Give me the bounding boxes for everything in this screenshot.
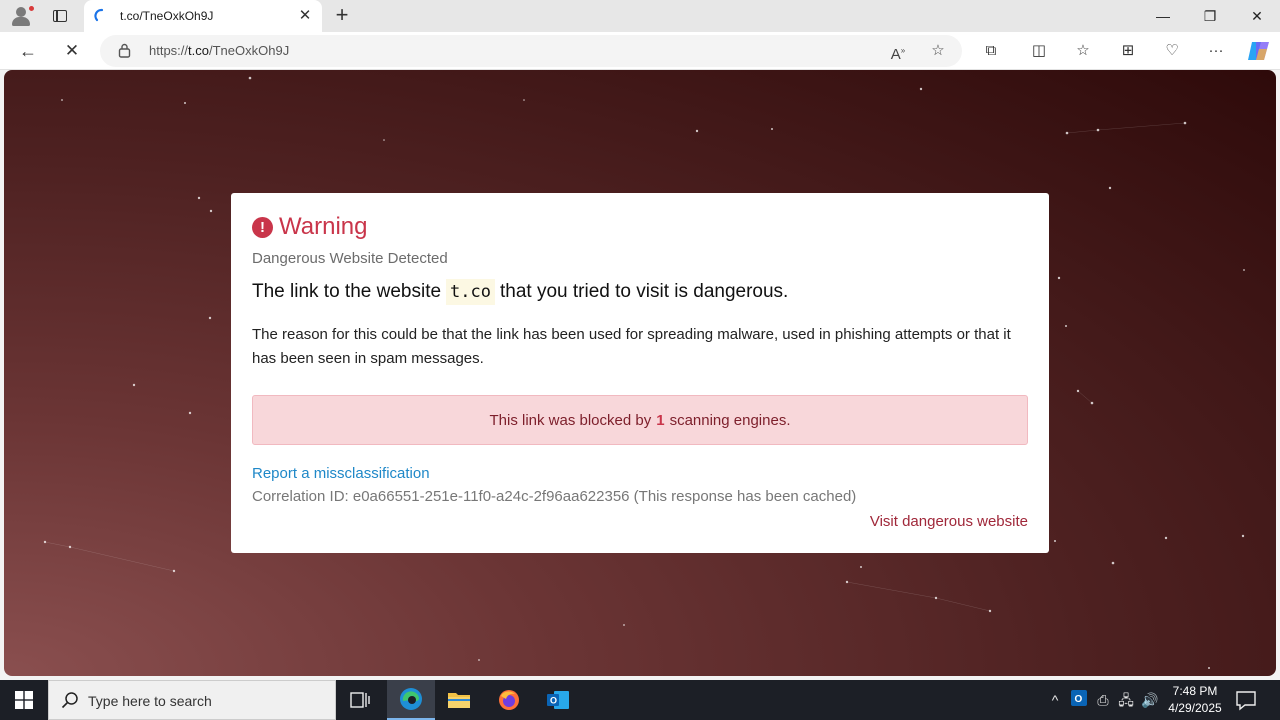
clock-time: 7:48 PM — [1172, 684, 1218, 698]
profile-avatar-icon[interactable] — [8, 4, 35, 28]
alert-prefix: This link was blocked by — [489, 411, 652, 429]
warning-header: ! Warning — [252, 213, 1028, 241]
restore-button[interactable]: ❐ — [1187, 0, 1233, 32]
address-bar[interactable]: https://t.co/TneOxkOh9J A» ☆ — [100, 35, 962, 67]
exclamation-circle-icon: ! — [252, 216, 273, 238]
clock-date: 4/29/2025 — [1168, 701, 1222, 715]
blocked-domain: t.co — [446, 279, 495, 305]
close-window-button[interactable]: ✕ — [1234, 0, 1280, 32]
volume-icon[interactable]: 🔊 — [1140, 690, 1160, 710]
favorites-icon[interactable]: ☆ — [1070, 39, 1096, 63]
tab-close-icon[interactable]: ✕ — [296, 7, 314, 25]
outlook-tray-icon[interactable]: O — [1069, 690, 1089, 710]
warning-title: Warning — [279, 213, 368, 240]
more-menu-icon[interactable]: ··· — [1203, 39, 1229, 63]
loading-favicon-icon — [94, 8, 104, 22]
taskbar-search-box[interactable]: Type here to search — [48, 680, 336, 720]
search-icon — [61, 692, 78, 709]
search-placeholder: Type here to search — [88, 693, 212, 709]
alert-suffix: scanning engines. — [669, 411, 791, 429]
active-tab[interactable]: t.co/TneOxkOh9J ✕ — [84, 0, 322, 32]
task-view-icon — [350, 692, 370, 708]
headline: The link to the website t.co that you tr… — [252, 279, 1028, 305]
address-toolbar: ← ✕ https://t.co/TneOxkOh9J A» ☆ ⧉ ◫ ☆ ⊞… — [0, 32, 1280, 70]
taskbar: Type here to search O ^ O ⎙ 🖧 🔊 7:48 PM … — [0, 680, 1280, 720]
lock-icon[interactable] — [118, 43, 131, 58]
device-tray-icon[interactable]: ⎙ — [1093, 690, 1113, 710]
system-clock[interactable]: 7:48 PM 4/29/2025 — [1163, 683, 1227, 717]
notification-center-icon[interactable] — [1234, 689, 1258, 711]
read-aloud-icon[interactable]: A» — [886, 40, 910, 63]
windows-logo-icon — [15, 691, 33, 709]
edge-taskbar-button[interactable] — [387, 680, 435, 720]
reason-text: The reason for this could be that the li… — [252, 326, 1011, 367]
collections-icon[interactable]: ⊞ — [1115, 39, 1141, 63]
back-button[interactable]: ← — [12, 36, 44, 66]
minimize-button[interactable]: — — [1140, 0, 1186, 32]
engine-count: 1 — [656, 411, 665, 429]
warning-card: ! Warning Dangerous Website Detected The… — [231, 193, 1049, 553]
warning-subtitle: Dangerous Website Detected — [252, 250, 448, 267]
browser-essentials-icon[interactable]: ♡ — [1159, 39, 1185, 63]
folder-icon — [448, 693, 470, 708]
svg-text:O: O — [1075, 694, 1083, 705]
new-tab-button[interactable]: + — [330, 4, 354, 28]
tab-bar: t.co/TneOxkOh9J ✕ + — ❐ ✕ — [0, 0, 1280, 32]
outlook-taskbar-button[interactable]: O — [534, 680, 582, 720]
correlation-id: Correlation ID: e0a66551-251e-11f0-a24c-… — [252, 488, 857, 505]
copilot-icon[interactable] — [1245, 39, 1271, 63]
url-text[interactable]: https://t.co/TneOxkOh9J — [149, 43, 289, 58]
favorite-star-icon[interactable]: ☆ — [926, 40, 950, 62]
edge-browser-icon — [400, 688, 422, 710]
split-screen-icon[interactable]: ◫ — [1026, 39, 1052, 63]
visit-dangerous-website-link[interactable]: Visit dangerous website — [252, 513, 1028, 530]
firefox-icon — [499, 690, 519, 710]
blocked-alert: This link was blocked by 1 scanning engi… — [252, 395, 1028, 445]
stop-loading-button[interactable]: ✕ — [56, 36, 88, 66]
outlook-icon: O — [547, 691, 569, 709]
show-hidden-icons-chevron-icon[interactable]: ^ — [1045, 690, 1065, 710]
task-view-button[interactable] — [336, 680, 384, 720]
headline-prefix: The link to the website — [252, 281, 442, 302]
firefox-button[interactable] — [485, 680, 533, 720]
network-icon[interactable]: 🖧 — [1116, 690, 1136, 710]
page-viewport: ! Warning Dangerous Website Detected The… — [4, 70, 1276, 676]
start-button[interactable] — [0, 680, 48, 720]
tab-actions-icon[interactable] — [46, 5, 74, 27]
report-misclassification-link[interactable]: Report a missclassification — [252, 465, 1028, 482]
file-explorer-button[interactable] — [435, 680, 483, 720]
tab-title: t.co/TneOxkOh9J — [120, 9, 214, 23]
headline-suffix: that you tried to visit is dangerous. — [500, 281, 789, 302]
extensions-icon[interactable]: ⧉ — [978, 39, 1004, 63]
svg-text:O: O — [550, 696, 557, 706]
